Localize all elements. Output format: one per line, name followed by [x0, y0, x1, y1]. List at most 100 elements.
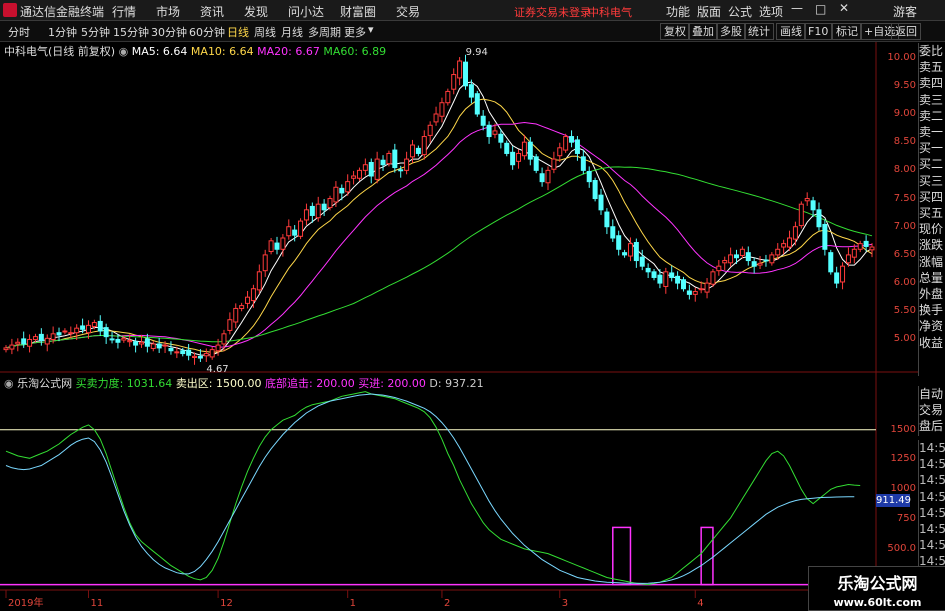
candle-body — [781, 243, 787, 248]
candle-body — [103, 327, 109, 338]
back-button[interactable]: 返回 — [891, 23, 921, 40]
tab-intraday[interactable]: 分时 — [8, 24, 30, 40]
candle-body — [663, 271, 669, 287]
candle-body — [421, 136, 427, 156]
price-tick: 7.00 — [893, 220, 916, 232]
menu-quotes[interactable]: 行情 — [112, 3, 136, 20]
candle-body — [763, 259, 769, 262]
candle-body — [580, 156, 586, 171]
overlay-button[interactable]: 叠加 — [688, 23, 718, 40]
candle-body — [468, 84, 474, 98]
candle-body — [439, 102, 445, 117]
candle-body — [197, 355, 203, 359]
draw-line-button[interactable]: 画线 — [776, 23, 806, 40]
candle-body — [457, 60, 463, 79]
menu-wealth[interactable]: 财富圈 — [340, 3, 376, 20]
candle-body — [822, 223, 828, 250]
tab-more[interactable]: 更多 — [344, 24, 366, 40]
tab-1min[interactable]: 1分钟 — [48, 24, 77, 40]
quote-row-label: 卖四 — [919, 76, 944, 91]
candle-body — [415, 147, 421, 154]
menu-formula[interactable]: 公式 — [728, 3, 752, 20]
login-notice[interactable]: 证券交易未登录 — [514, 4, 591, 20]
candle-body — [203, 353, 209, 357]
candle-body — [56, 332, 62, 336]
time-row-label: 14:56 — [919, 522, 945, 537]
tab-daily[interactable]: 日线 — [227, 24, 249, 40]
ma10-line — [5, 98, 873, 353]
candle-body — [728, 254, 734, 264]
stock-chart[interactable]: 2019年 11 12 1 2 3 4 9.94 4.67 — [0, 42, 918, 609]
candle-body — [704, 282, 710, 293]
settings-circle-icon[interactable]: ◉ — [4, 377, 14, 390]
tab-weekly[interactable]: 周线 — [254, 24, 276, 40]
candle-body — [3, 347, 9, 351]
candle-body — [680, 279, 686, 290]
menu-trade[interactable]: 交易 — [396, 3, 420, 20]
tab-5min[interactable]: 5分钟 — [81, 24, 110, 40]
quote-row-label: 卖二 — [919, 108, 944, 123]
candle-body — [569, 136, 575, 143]
quote-row-label: 买五 — [919, 206, 944, 221]
candle-body — [398, 169, 404, 172]
close-icon[interactable]: ✕ — [839, 1, 849, 15]
candle-body — [368, 161, 374, 177]
high-price-label: 9.94 — [466, 47, 488, 58]
candle-body — [250, 288, 256, 302]
quote-row-label: 委比 — [919, 44, 944, 58]
candle-body — [792, 226, 798, 240]
menu-function[interactable]: 功能 — [666, 3, 690, 20]
restore-rights-button[interactable]: 复权 — [660, 23, 690, 40]
user-label[interactable]: 游客 — [893, 3, 917, 20]
price-tick: 6.00 — [893, 277, 916, 289]
menu-options[interactable]: 选项 — [759, 3, 783, 20]
candle-body — [669, 272, 675, 278]
tab-multi-period[interactable]: 多周期 — [308, 24, 341, 40]
candle-body — [616, 235, 622, 250]
multi-stock-button[interactable]: 多股 — [716, 23, 746, 40]
menu-market[interactable]: 市场 — [156, 3, 180, 20]
candle-body — [527, 141, 533, 160]
menu-news[interactable]: 资讯 — [200, 3, 224, 20]
settings-circle-icon[interactable]: ◉ — [119, 45, 129, 58]
candle-body — [50, 333, 56, 340]
statistics-button[interactable]: 统计 — [744, 23, 774, 40]
x-tick-label: 2019年 — [8, 596, 43, 609]
quote-row-label: 外盘 — [919, 287, 944, 302]
candle-body — [433, 113, 439, 123]
tab-monthly[interactable]: 月线 — [281, 24, 303, 40]
menu-layout[interactable]: 版面 — [697, 3, 721, 20]
menu-ask[interactable]: 问小达 — [288, 3, 324, 20]
f10-button[interactable]: F10 — [804, 23, 833, 40]
menu-discover[interactable]: 发现 — [244, 3, 268, 20]
candle-body — [651, 271, 657, 278]
maximize-icon[interactable]: □ — [815, 2, 826, 16]
candle-body — [15, 341, 21, 345]
tab-60min[interactable]: 60分钟 — [189, 24, 225, 40]
candle-body — [109, 338, 115, 341]
candle-body — [239, 305, 245, 309]
candle-body — [333, 186, 339, 203]
mark-button[interactable]: 标记 — [832, 23, 862, 40]
chevron-down-icon[interactable]: ▾ — [368, 23, 374, 36]
minimize-icon[interactable]: — — [791, 1, 803, 15]
candle-body — [298, 220, 304, 237]
tab-30min[interactable]: 30分钟 — [151, 24, 187, 40]
candle-body — [351, 175, 357, 179]
period-tab-bar: 分时 1分钟 5分钟 15分钟 30分钟 60分钟 日线 周线 月线 多周期 更… — [0, 21, 945, 42]
candle-body — [268, 240, 274, 253]
candlesticks — [3, 54, 875, 365]
candle-body — [215, 344, 221, 352]
candle-body — [622, 252, 628, 256]
candle-body — [150, 343, 156, 349]
candle-body — [851, 248, 857, 258]
candle-body — [227, 319, 233, 331]
candle-body — [592, 180, 598, 200]
candle-body — [168, 347, 174, 352]
tab-15min[interactable]: 15分钟 — [113, 24, 149, 40]
candle-body — [745, 252, 751, 262]
candle-body — [286, 226, 292, 237]
candle-body — [504, 142, 510, 154]
current-stock: 中科电气 — [588, 6, 632, 19]
indicator-title: 乐淘公式网 — [17, 377, 73, 390]
